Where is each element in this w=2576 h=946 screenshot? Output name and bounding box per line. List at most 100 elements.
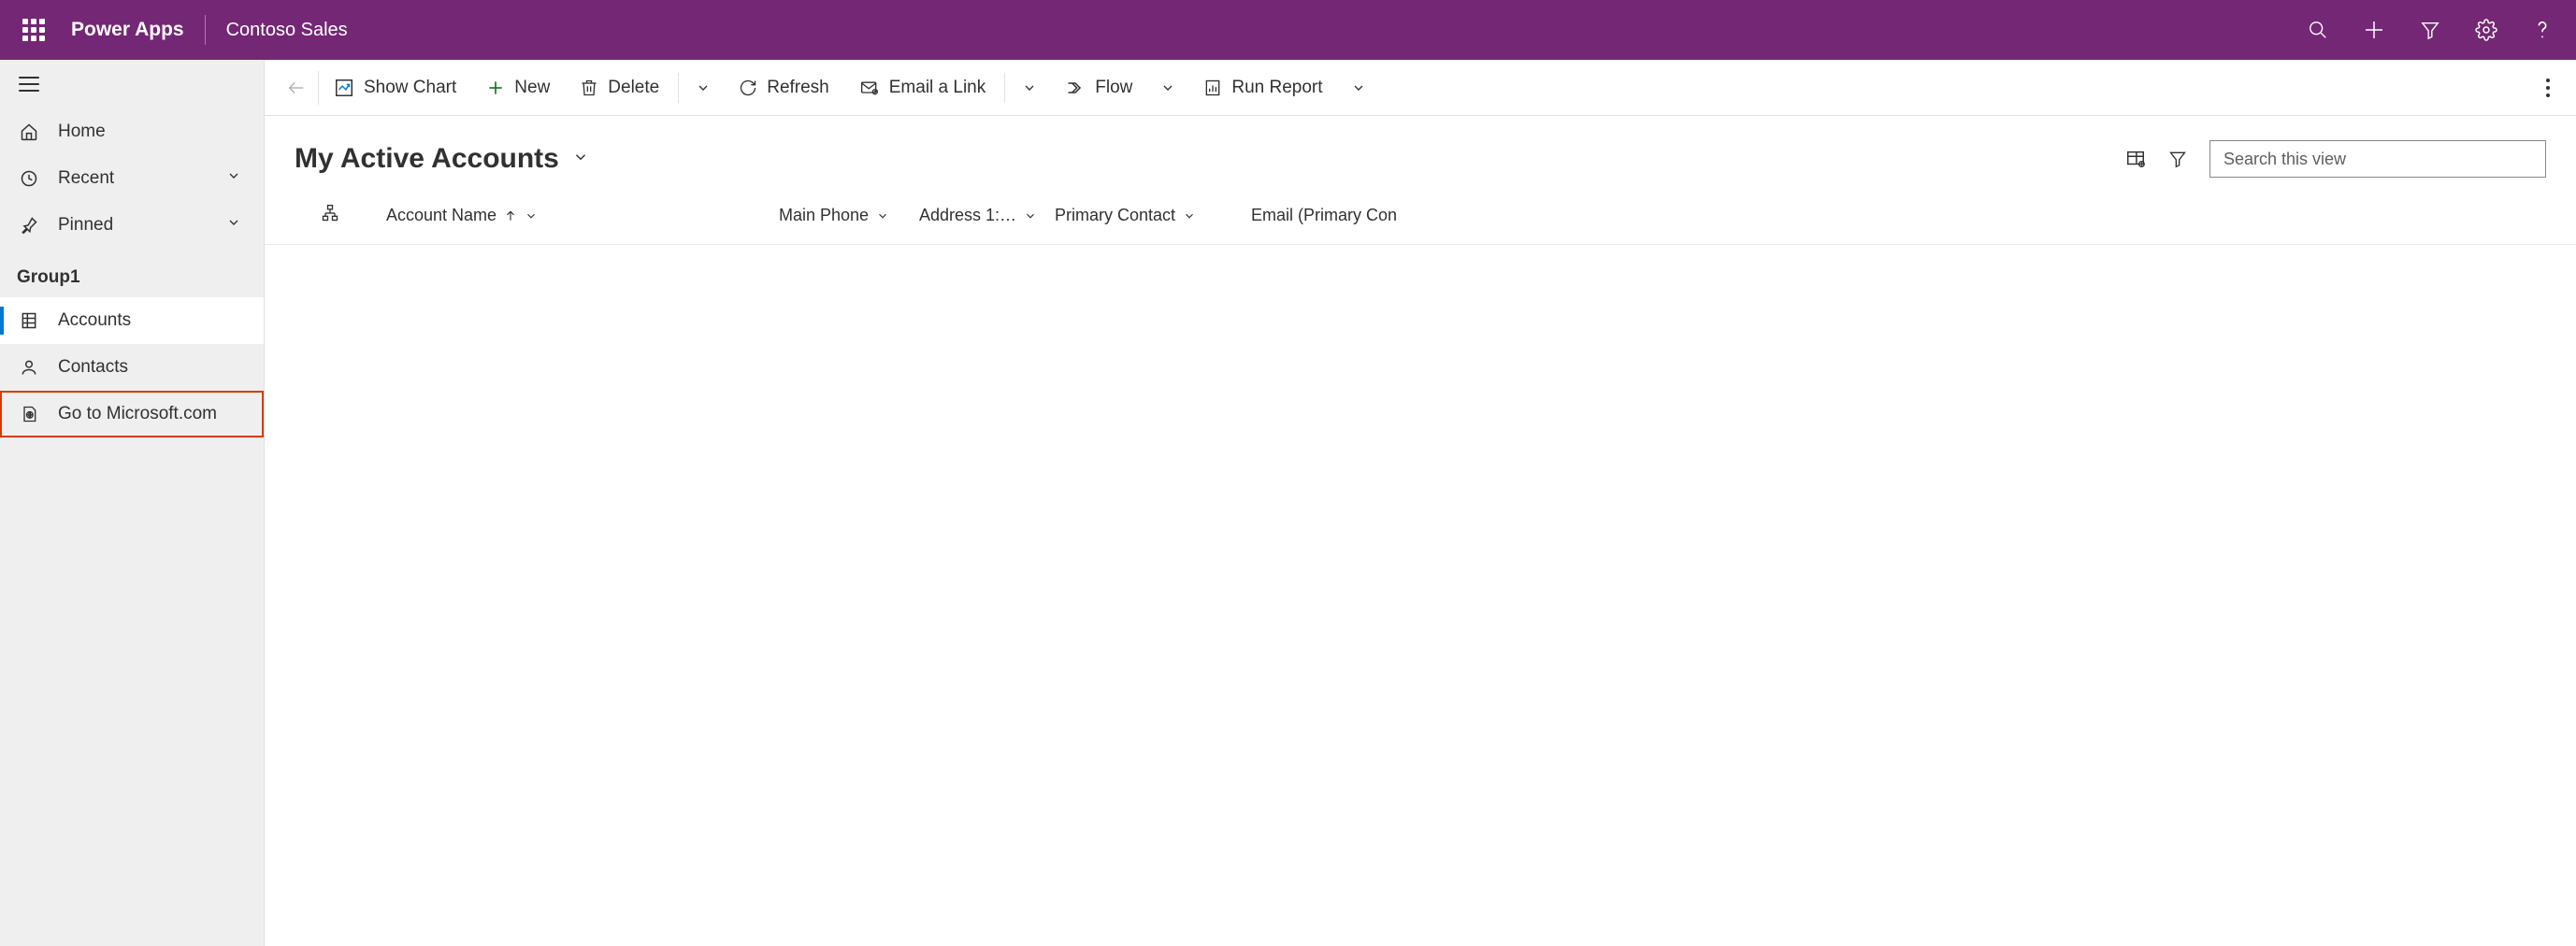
- building-icon: [19, 310, 39, 331]
- sort-up-icon: [504, 209, 517, 222]
- columns-icon: [2125, 149, 2146, 169]
- environment-name: Contoso Sales: [226, 20, 348, 41]
- collapse-sidebar-button[interactable]: [19, 77, 39, 92]
- nav-recent[interactable]: Recent: [0, 155, 264, 202]
- nav-label: Recent: [58, 168, 226, 189]
- flow-split-button[interactable]: [1147, 60, 1188, 115]
- filter-view-button[interactable]: [2168, 150, 2187, 168]
- plus-icon: [486, 79, 505, 97]
- person-icon: [19, 357, 39, 378]
- column-label: Main Phone: [779, 206, 869, 225]
- column-label: Primary Contact: [1055, 206, 1175, 225]
- hierarchy-icon: [321, 204, 339, 222]
- column-header-account-name[interactable]: Account Name: [386, 206, 779, 225]
- nav-pinned[interactable]: Pinned: [0, 202, 264, 249]
- delete-button[interactable]: Delete: [565, 60, 674, 115]
- app-title: Power Apps: [71, 19, 184, 41]
- chevron-down-icon: [525, 209, 538, 222]
- column-header-main-phone[interactable]: Main Phone: [779, 206, 919, 225]
- cmd-label: Flow: [1095, 78, 1132, 98]
- back-button[interactable]: [274, 71, 319, 105]
- new-button[interactable]: New: [471, 60, 565, 115]
- hierarchy-column-button[interactable]: [321, 204, 386, 227]
- column-label: Address 1:…: [919, 206, 1016, 225]
- help-button[interactable]: [2527, 15, 2557, 45]
- filter-icon: [2420, 20, 2440, 40]
- nav-label: Go to Microsoft.com: [58, 404, 264, 424]
- nav-label: Home: [58, 122, 264, 142]
- nav-home[interactable]: Home: [0, 108, 264, 155]
- chevron-down-icon: [696, 80, 711, 95]
- search-icon: [2308, 20, 2328, 40]
- command-bar: Show Chart New Delete Refresh Email a Li…: [265, 60, 2576, 116]
- flow-button[interactable]: Flow: [1050, 60, 1147, 115]
- home-icon: [19, 122, 39, 142]
- cmd-label: Email a Link: [889, 78, 986, 98]
- header-divider: [205, 15, 206, 45]
- chevron-down-icon: [1160, 80, 1175, 95]
- more-commands-button[interactable]: [2529, 60, 2567, 115]
- separator: [678, 73, 679, 103]
- back-arrow-icon: [286, 78, 307, 98]
- refresh-icon: [739, 79, 757, 97]
- nav-label: Pinned: [58, 215, 226, 236]
- delete-split-button[interactable]: [683, 60, 724, 115]
- waffle-icon: [22, 19, 45, 41]
- filter-icon: [2168, 150, 2187, 168]
- filter-button[interactable]: [2415, 15, 2445, 45]
- email-split-button[interactable]: [1009, 60, 1050, 115]
- email-icon: [859, 79, 880, 97]
- show-chart-button[interactable]: Show Chart: [319, 60, 471, 115]
- create-button[interactable]: [2359, 15, 2389, 45]
- column-header-address[interactable]: Address 1:…: [919, 206, 1055, 225]
- run-report-button[interactable]: Run Report: [1188, 60, 1337, 115]
- refresh-button[interactable]: Refresh: [724, 60, 844, 115]
- pin-icon: [19, 215, 39, 236]
- search-button[interactable]: [2303, 15, 2333, 45]
- chart-icon: [334, 78, 354, 98]
- report-icon: [1203, 79, 1222, 97]
- search-view-input[interactable]: [2209, 140, 2546, 178]
- column-label: Account Name: [386, 206, 496, 225]
- chevron-down-icon: [1024, 209, 1037, 222]
- column-header-primary-contact[interactable]: Primary Contact: [1055, 206, 1251, 225]
- column-label: Email (Primary Con: [1251, 206, 1397, 225]
- clock-icon: [19, 168, 39, 189]
- view-selector-button[interactable]: [572, 149, 589, 170]
- view-header: My Active Accounts: [265, 116, 2576, 187]
- chevron-down-icon: [572, 149, 589, 165]
- column-header-email[interactable]: Email (Primary Con: [1251, 206, 2546, 225]
- cmd-label: Delete: [608, 78, 659, 98]
- nav-contacts[interactable]: Contacts: [0, 344, 264, 391]
- chevron-down-icon: [1022, 80, 1037, 95]
- help-icon: [2534, 20, 2551, 40]
- site-map-sidebar: Home Recent Pinned Group1 Account: [0, 60, 265, 946]
- flow-icon: [1065, 79, 1086, 97]
- nav-label: Contacts: [58, 357, 264, 378]
- nav-go-to-microsoft[interactable]: Go to Microsoft.com: [0, 391, 264, 437]
- nav-label: Accounts: [58, 310, 264, 331]
- chevron-down-icon: [1183, 209, 1196, 222]
- settings-button[interactable]: [2471, 15, 2501, 45]
- main-content: Show Chart New Delete Refresh Email a Li…: [265, 60, 2576, 946]
- cmd-label: Refresh: [767, 78, 829, 98]
- chevron-down-icon: [876, 209, 889, 222]
- top-navigation-bar: Power Apps Contoso Sales: [0, 0, 2576, 60]
- plus-icon: [2363, 19, 2385, 41]
- app-launcher-button[interactable]: [11, 0, 56, 60]
- cmd-label: New: [514, 78, 550, 98]
- edit-columns-button[interactable]: [2125, 149, 2146, 169]
- gear-icon: [2475, 19, 2497, 41]
- nav-group-header: Group1: [0, 249, 264, 297]
- globe-icon: [19, 404, 39, 424]
- report-split-button[interactable]: [1338, 60, 1379, 115]
- cmd-label: Show Chart: [364, 78, 456, 98]
- separator: [1004, 73, 1005, 103]
- nav-accounts[interactable]: Accounts: [0, 297, 264, 344]
- cmd-label: Run Report: [1231, 78, 1322, 98]
- view-title: My Active Accounts: [295, 143, 559, 175]
- email-link-button[interactable]: Email a Link: [844, 60, 1001, 115]
- grid-column-header-row: Account Name Main Phone Address 1:… Prim…: [265, 187, 2576, 245]
- chevron-down-icon: [1351, 80, 1366, 95]
- trash-icon: [580, 79, 598, 97]
